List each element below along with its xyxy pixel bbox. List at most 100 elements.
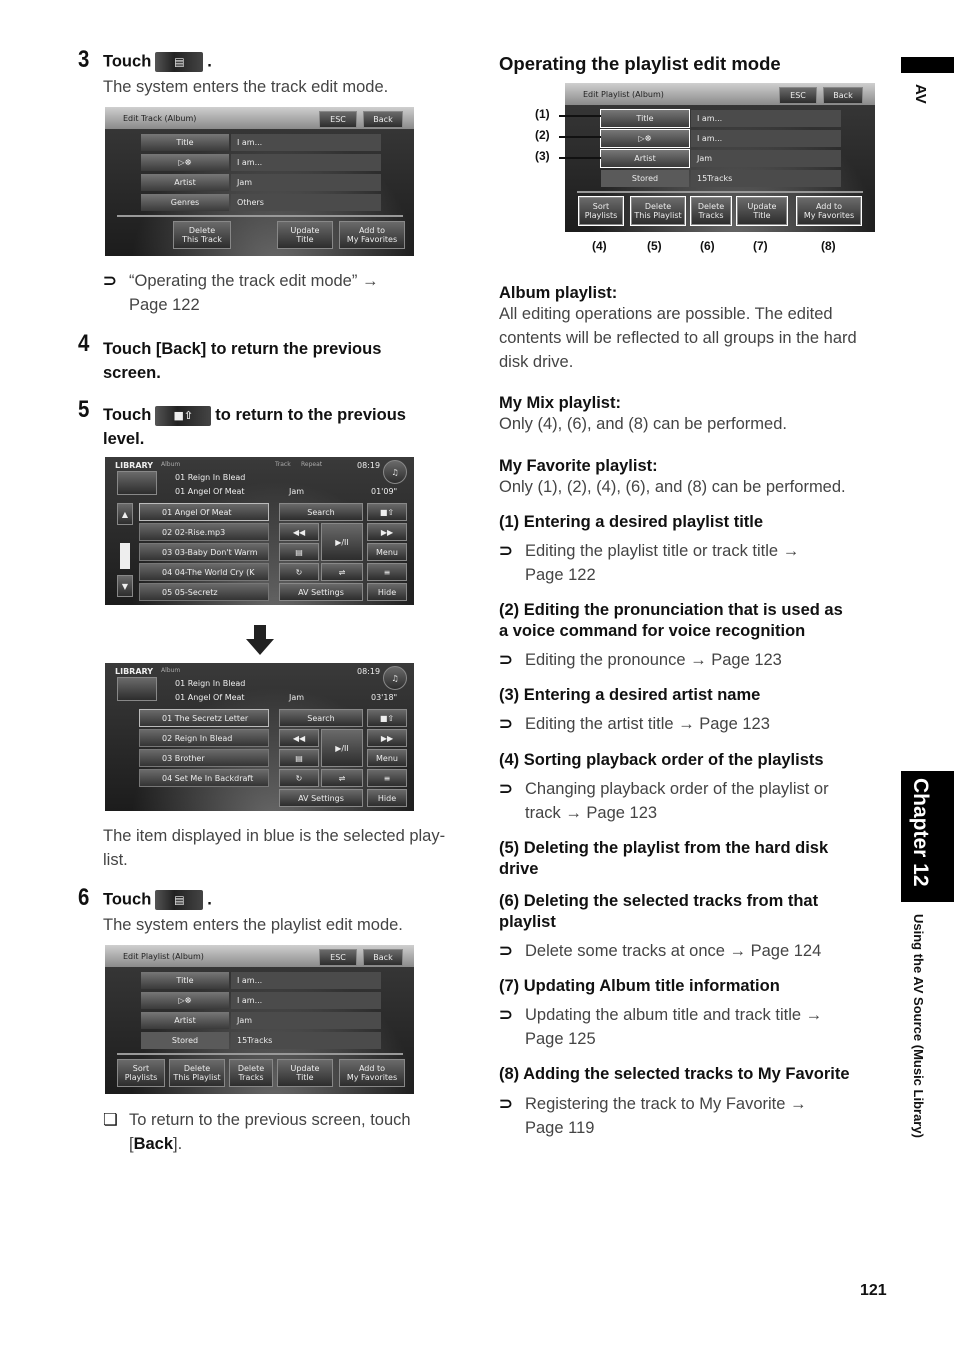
play-pause-button[interactable]: ▶/II [321, 523, 363, 561]
add-to-favorites-button[interactable]: Add to My Favorites [796, 196, 862, 226]
source-button[interactable]: ♫ [383, 460, 407, 484]
search-button[interactable]: Search [279, 709, 363, 727]
edit-list-icon: ▤ [155, 890, 204, 910]
reference-link[interactable]: ⊃ Editing the artist title → Page 123 [499, 712, 879, 736]
sort-playlists-button[interactable]: Sort Playlists [578, 196, 624, 226]
list-item[interactable]: 02 02-Rise.mp3 [139, 523, 269, 541]
pronunciation-field-button[interactable]: ▷☸ [141, 154, 229, 171]
genres-field-button[interactable]: Genres [141, 194, 229, 211]
reference-link[interactable]: ⊃ Delete some tracks at once → Page 124 [499, 939, 879, 963]
reference-link[interactable]: ⊃ Updating the album title and track tit… [499, 1003, 879, 1051]
artist-field-button[interactable]: Artist [141, 174, 229, 191]
title-field-button[interactable]: Title [141, 134, 229, 151]
my-favorite-playlist-block: My Favorite playlist: Only (1), (2), (4)… [499, 457, 846, 496]
delete-this-playlist-button[interactable]: Delete This Playlist [169, 1059, 225, 1087]
reference-arrow-icon: ⊃ [499, 780, 513, 798]
reference-link[interactable]: ⊃ Editing the pronounce → Page 123 [499, 648, 879, 672]
delete-this-track-button[interactable]: Delete This Track [173, 221, 231, 249]
repeat-button[interactable]: ↻ [279, 563, 319, 581]
title-field-button[interactable]: Title [600, 109, 690, 128]
list-item[interactable]: 02 Reign In Blead [139, 729, 269, 747]
now-playing-album: 01 Reign In Blead [175, 679, 246, 688]
back-button[interactable]: Back [363, 949, 403, 966]
delete-tracks-button[interactable]: Delete Tracks [229, 1059, 273, 1087]
previous-button[interactable]: ◀◀ [279, 729, 319, 747]
list-mode-button[interactable]: ≡ [367, 769, 407, 787]
scroll-down-button[interactable]: ▼ [117, 575, 133, 597]
list-item[interactable]: 03 03-Baby Don't Warm [139, 543, 269, 561]
reference-link[interactable]: ⊃ Registering the track to My Favorite →… [499, 1092, 879, 1140]
item-heading: (5) Deleting the playlist from the hard … [499, 839, 829, 878]
repeat-button[interactable]: ↻ [279, 769, 319, 787]
reference-link[interactable]: ⊃ Editing the playlist title or track ti… [499, 539, 879, 587]
edit-list-button[interactable]: ▤ [279, 749, 319, 767]
divider [577, 191, 863, 193]
list-item[interactable]: 04 Set Me In Backdraft [139, 769, 269, 787]
update-title-button[interactable]: Update Title [736, 196, 788, 226]
pronunciation-field-button[interactable]: ▷☸ [141, 992, 229, 1009]
folder-up-button[interactable]: ■⇧ [367, 503, 407, 521]
update-title-button[interactable]: Update Title [277, 221, 333, 249]
list-item[interactable]: 03 Brother [139, 749, 269, 767]
note-text: The item displayed in blue is the select… [103, 827, 446, 869]
title-field-button[interactable]: Title [141, 972, 229, 989]
edit-list-button[interactable]: ▤ [279, 543, 319, 561]
hide-button[interactable]: Hide [367, 789, 407, 807]
shuffle-button[interactable]: ⇌ [321, 769, 363, 787]
reference-link[interactable]: ⊃ Changing playback order of the playlis… [499, 777, 879, 825]
list-item[interactable]: 04 04-The World Cry (K [139, 563, 269, 581]
artist-field-button[interactable]: Artist [141, 1012, 229, 1029]
delete-tracks-button[interactable]: Delete Tracks [690, 196, 732, 226]
callout-label: (6) [700, 239, 715, 253]
item-heading: (3) Entering a desired artist name [499, 686, 761, 704]
reference-link[interactable]: ⊃ “Operating the track edit mode” → Page… [103, 269, 433, 317]
esc-button[interactable]: ESC [319, 111, 357, 128]
list-item[interactable]: 05 05-Secretz [139, 583, 269, 601]
album-art-button[interactable] [117, 677, 157, 701]
esc-button[interactable]: ESC [779, 87, 817, 104]
album-art-button[interactable] [117, 471, 157, 495]
section-heading: Operating the playlist edit mode [499, 53, 781, 74]
play-pause-button[interactable]: ▶/II [321, 729, 363, 767]
menu-button[interactable]: Menu [367, 749, 407, 767]
clock: 08:19 [357, 667, 381, 676]
artist-field-button[interactable]: Artist [600, 149, 690, 168]
clock: 08:19 [357, 461, 381, 470]
repeat-label: Repeat [301, 461, 323, 468]
list-mode-button[interactable]: ≡ [367, 563, 407, 581]
sort-playlists-button[interactable]: Sort Playlists [117, 1059, 165, 1087]
scrollbar-thumb[interactable] [120, 543, 130, 569]
hide-button[interactable]: Hide [367, 583, 407, 601]
reference-arrow-icon: ⊃ [499, 715, 513, 733]
pronunciation-field-button[interactable]: ▷☸ [600, 129, 690, 148]
pronunciation-value: I am... [691, 130, 841, 147]
list-item[interactable]: 01 Angel Of Meat [139, 503, 269, 521]
delete-this-playlist-button[interactable]: Delete This Playlist [630, 196, 686, 226]
item-heading: (6) Deleting the selected tracks from th… [499, 892, 819, 931]
reference-arrow-icon: ⊃ [103, 272, 117, 290]
av-settings-button[interactable]: AV Settings [279, 789, 363, 807]
back-button[interactable]: Back [823, 87, 863, 104]
av-settings-button[interactable]: AV Settings [279, 583, 363, 601]
item-heading: (4) Sorting playback order of the playli… [499, 751, 824, 769]
esc-button[interactable]: ESC [319, 949, 357, 966]
folder-up-button[interactable]: ■⇧ [367, 709, 407, 727]
source-button[interactable]: ♫ [383, 666, 407, 690]
update-title-button[interactable]: Update Title [277, 1059, 333, 1087]
scroll-up-button[interactable]: ▲ [117, 503, 133, 525]
next-button[interactable]: ▶▶ [367, 729, 407, 747]
title-value: I am... [231, 134, 381, 151]
callout-label: (7) [753, 239, 768, 253]
stored-label: Stored [141, 1032, 229, 1049]
play-time: 01'09" [371, 487, 398, 496]
now-playing-album: 01 Reign In Blead [175, 473, 246, 482]
shuffle-button[interactable]: ⇌ [321, 563, 363, 581]
menu-button[interactable]: Menu [367, 543, 407, 561]
add-to-favorites-button[interactable]: Add to My Favorites [339, 1059, 405, 1087]
back-button[interactable]: Back [363, 111, 403, 128]
add-to-favorites-button[interactable]: Add to My Favorites [339, 221, 405, 249]
search-button[interactable]: Search [279, 503, 363, 521]
previous-button[interactable]: ◀◀ [279, 523, 319, 541]
next-button[interactable]: ▶▶ [367, 523, 407, 541]
list-item[interactable]: 01 The Secretz Letter [139, 709, 269, 727]
